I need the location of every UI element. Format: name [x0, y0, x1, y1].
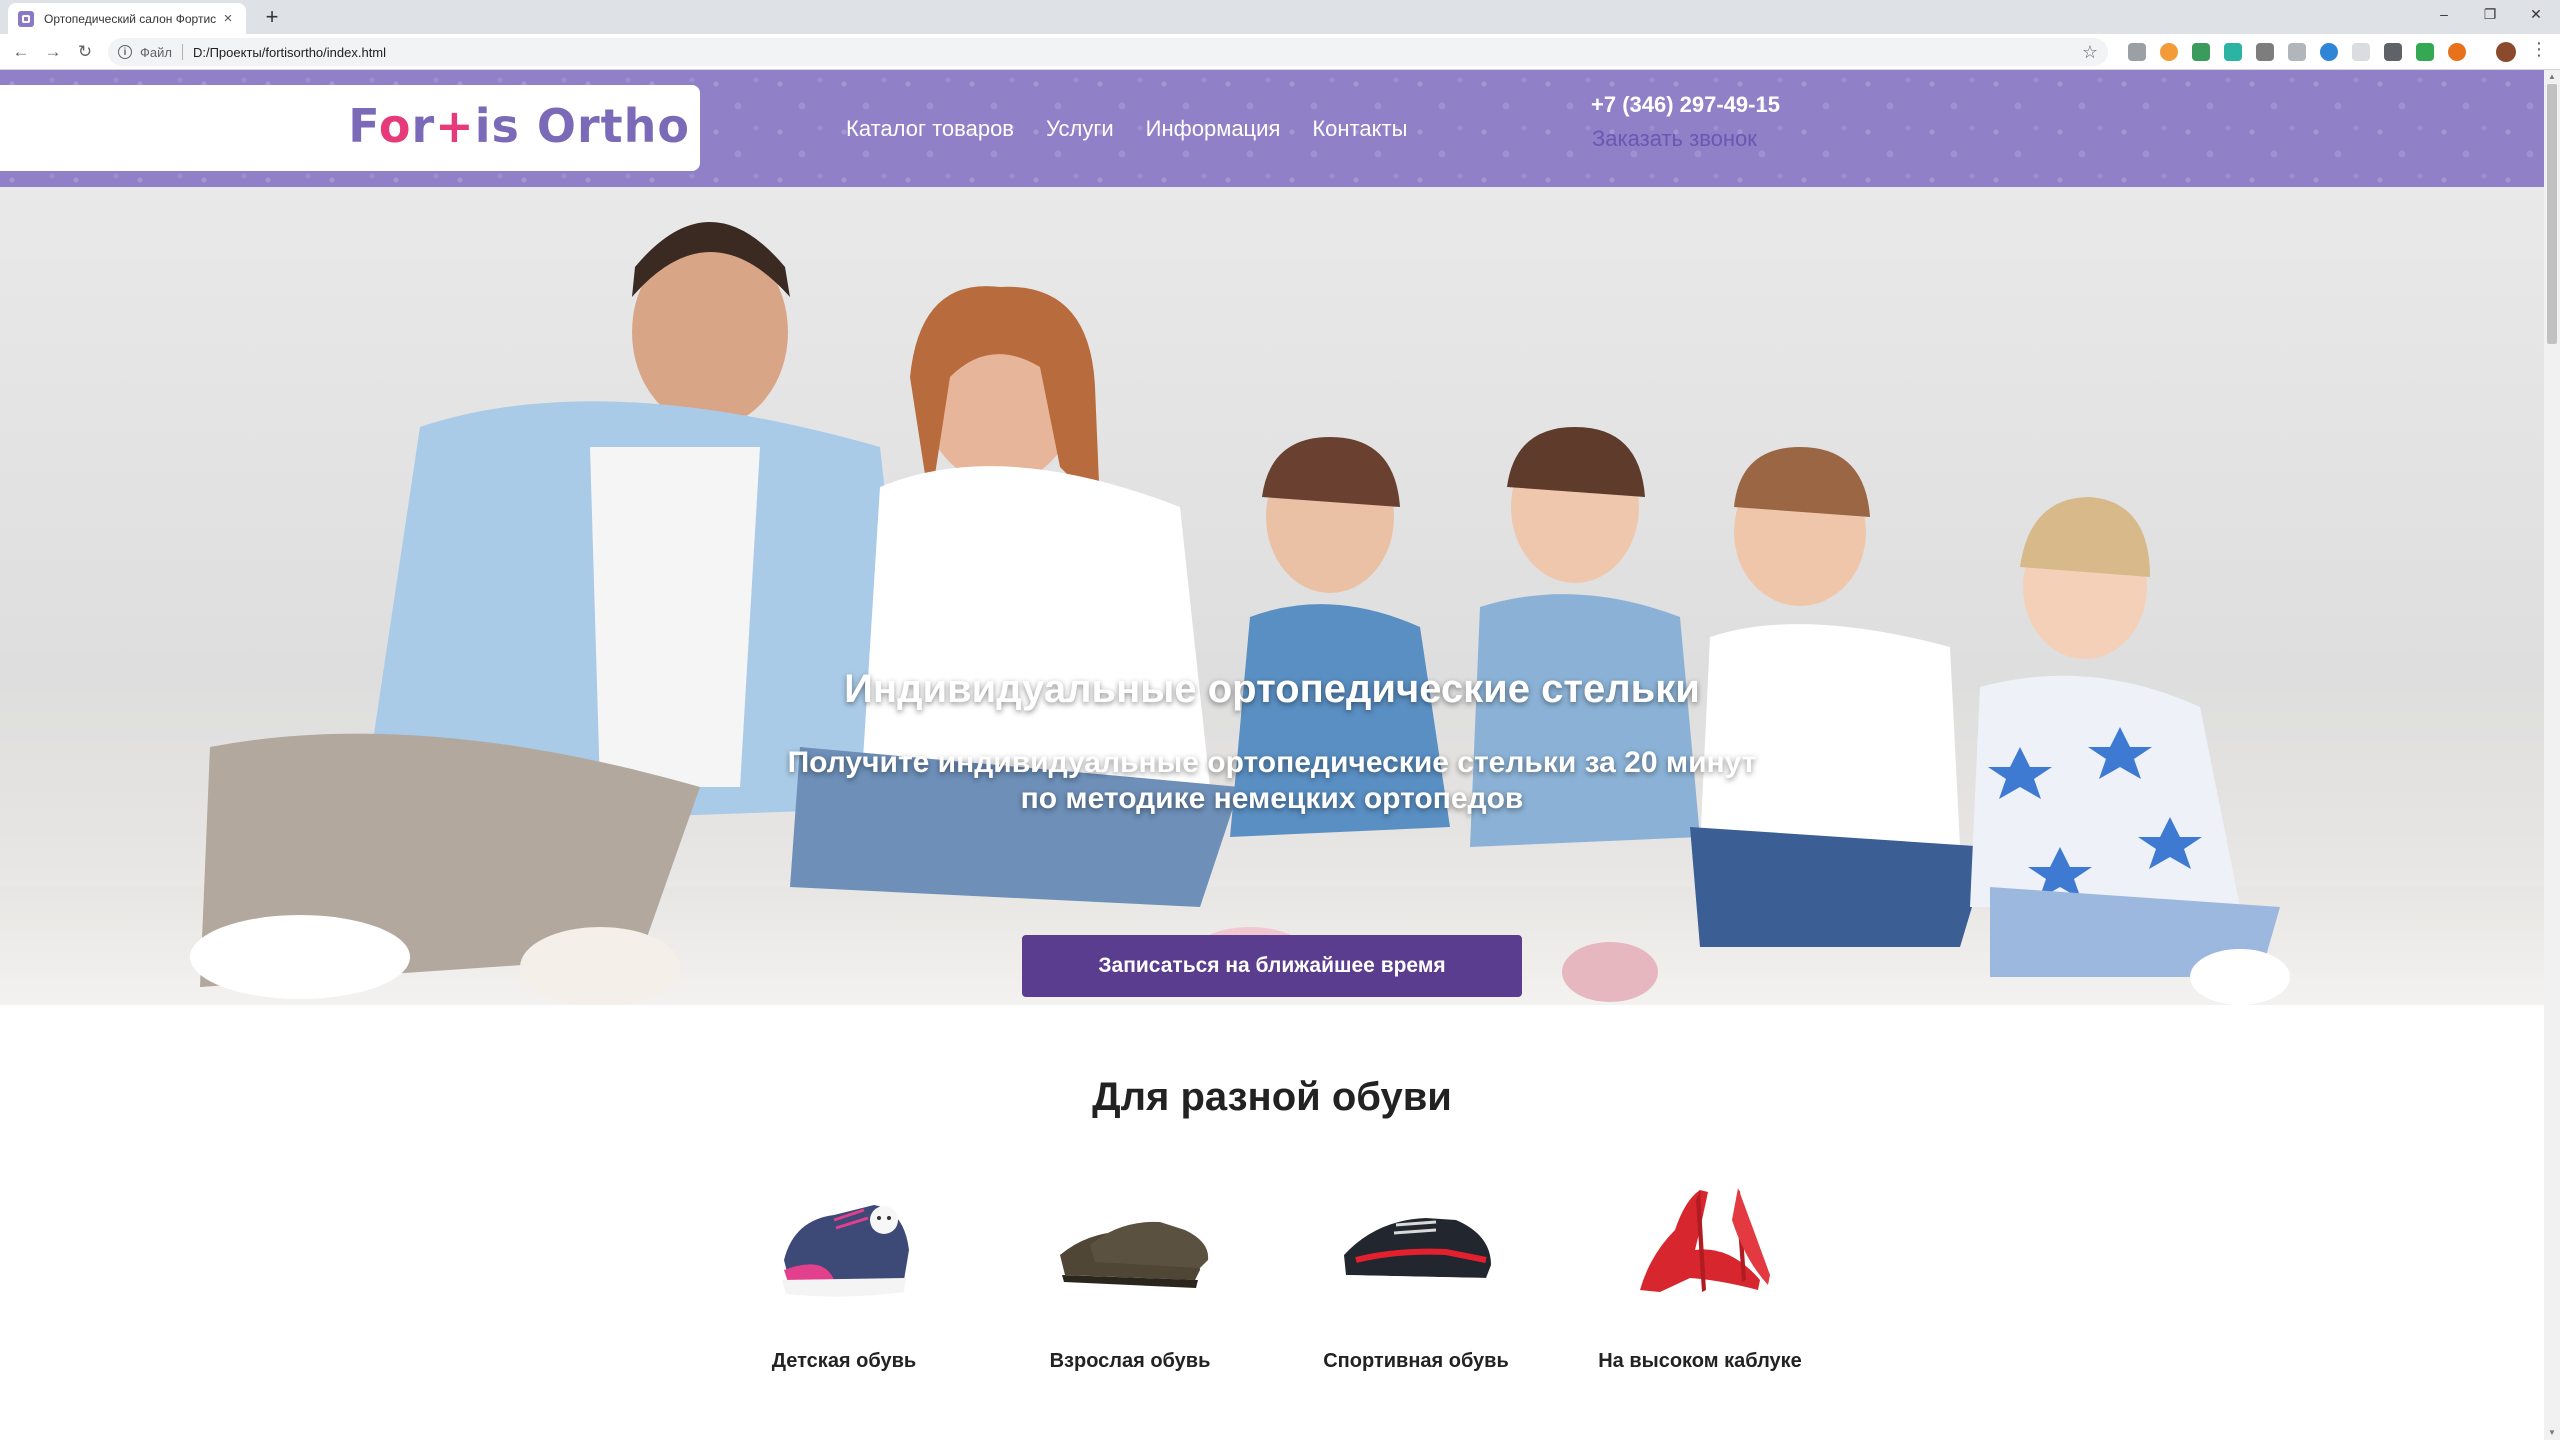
nav-information[interactable]: Информация [1146, 116, 1281, 142]
scroll-down-icon[interactable]: ▼ [2544, 1426, 2560, 1440]
kids-shoe-icon [782, 1205, 909, 1297]
hero-subtitle-line-2: по методике немецких ортопедов [1020, 782, 1524, 815]
extension-orange-icon[interactable] [2160, 43, 2178, 61]
logo-part-3: is Ortho [474, 99, 690, 153]
sneaker-icon [1344, 1218, 1491, 1288]
url-text[interactable]: D:/Проекты/fortisortho/index.html [193, 45, 386, 60]
main-nav: Каталог товаров Услуги Информация Контак… [846, 116, 1407, 142]
extension-blue-icon[interactable] [2320, 43, 2338, 61]
restore-button[interactable]: ❐ [2470, 0, 2510, 30]
page-viewport: For+is Ortho Каталог товаров Услуги Инфо… [0, 70, 2544, 1440]
card-kids-shoes[interactable] [724, 1160, 964, 1420]
close-window-button[interactable]: ✕ [2516, 0, 2556, 30]
extension-gray-icon[interactable] [2256, 43, 2274, 61]
scroll-up-icon[interactable]: ▲ [2544, 70, 2560, 84]
hero-title: Индивидуальные ортопедические стельки [844, 667, 1700, 711]
logo-part-2: r [411, 99, 436, 153]
browser-tab[interactable]: Ортопедический салон Фортис × [8, 3, 246, 34]
forward-arrow-icon[interactable]: → [40, 39, 66, 65]
new-tab-button[interactable]: + [258, 3, 286, 31]
book-appointment-button[interactable]: Записаться на ближайшее время [1022, 935, 1522, 997]
callback-link[interactable]: Заказать звонок [1592, 126, 1757, 152]
browser-toolbar: ← → ↻ i Файл D:/Проекты/fortisortho/inde… [0, 34, 2560, 70]
family-photo [190, 222, 2290, 1005]
minimize-button[interactable]: – [2424, 0, 2464, 30]
hero-subtitle-line-1: Получите индивидуальные ортопедические с… [787, 746, 1757, 779]
page-scrollbar[interactable]: ▲ ▼ [2544, 70, 2560, 1440]
extension-teal-icon[interactable] [2224, 43, 2242, 61]
close-tab-icon[interactable]: × [220, 10, 236, 27]
extension-light-icon[interactable] [2352, 43, 2370, 61]
card-label-kids[interactable]: Детская обувь [724, 1350, 964, 1373]
adult-shoe-icon [1060, 1221, 1209, 1288]
tab-title: Ортопедический салон Фортис [44, 11, 217, 26]
back-arrow-icon[interactable]: ← [8, 39, 34, 65]
omnibox-scheme-label: Файл [140, 44, 172, 60]
hero-subtitle: Получите индивидуальные ортопедические с… [0, 745, 2544, 817]
extension-dark-icon[interactable] [2384, 43, 2402, 61]
bookmark-star-icon[interactable]: ☆ [2082, 42, 2098, 63]
browser-menu-icon[interactable]: ⋮ [2530, 39, 2548, 60]
card-label-sport[interactable]: Спортивная обувь [1296, 1350, 1536, 1373]
nav-contacts[interactable]: Контакты [1312, 116, 1407, 142]
card-adult-shoes[interactable] [1010, 1160, 1250, 1420]
logo-o-mark: o [378, 99, 412, 153]
reload-icon[interactable]: ↻ [72, 39, 98, 65]
omnibox-divider [181, 44, 183, 60]
card-label-heels[interactable]: На высоком каблуке [1580, 1350, 1820, 1373]
hero-banner: Индивидуальные ортопедические стельки По… [0, 187, 2544, 1005]
logo-container[interactable]: For+is Ortho [0, 85, 700, 171]
site-info-icon[interactable]: i [118, 45, 132, 59]
card-label-adult[interactable]: Взрослая обувь [1010, 1350, 1250, 1373]
extension-green-icon[interactable] [2192, 43, 2210, 61]
extension-fire-icon[interactable] [2448, 43, 2466, 61]
site-logo[interactable]: For+is Ortho [348, 99, 690, 153]
site-favicon-icon [18, 10, 34, 27]
nav-services[interactable]: Услуги [1046, 116, 1114, 142]
logo-plus-icon: + [435, 99, 475, 153]
extension-sync-icon[interactable] [2416, 43, 2434, 61]
high-heel-icon [1640, 1188, 1770, 1292]
card-sport-shoes[interactable] [1296, 1160, 1536, 1420]
address-bar[interactable]: i Файл D:/Проекты/fortisortho/index.html… [108, 38, 2108, 66]
phone-number[interactable]: +7 (346) 297-49-15 [1591, 92, 1780, 118]
extensions-strip [2128, 43, 2466, 61]
nav-catalog[interactable]: Каталог товаров [846, 116, 1014, 142]
logo-part-1: F [348, 99, 379, 153]
scroll-thumb[interactable] [2547, 84, 2557, 344]
site-header: For+is Ortho Каталог товаров Услуги Инфо… [0, 70, 2544, 187]
profile-avatar[interactable] [2496, 42, 2516, 62]
browser-tab-bar: Ортопедический салон Фортис × + – ❐ ✕ [0, 0, 2560, 34]
extension-shield-icon[interactable] [2128, 43, 2146, 61]
card-high-heels[interactable] [1580, 1160, 1820, 1420]
extension-badge-icon[interactable] [2288, 43, 2306, 61]
section-title: Для разной обуви [1092, 1075, 1452, 1119]
